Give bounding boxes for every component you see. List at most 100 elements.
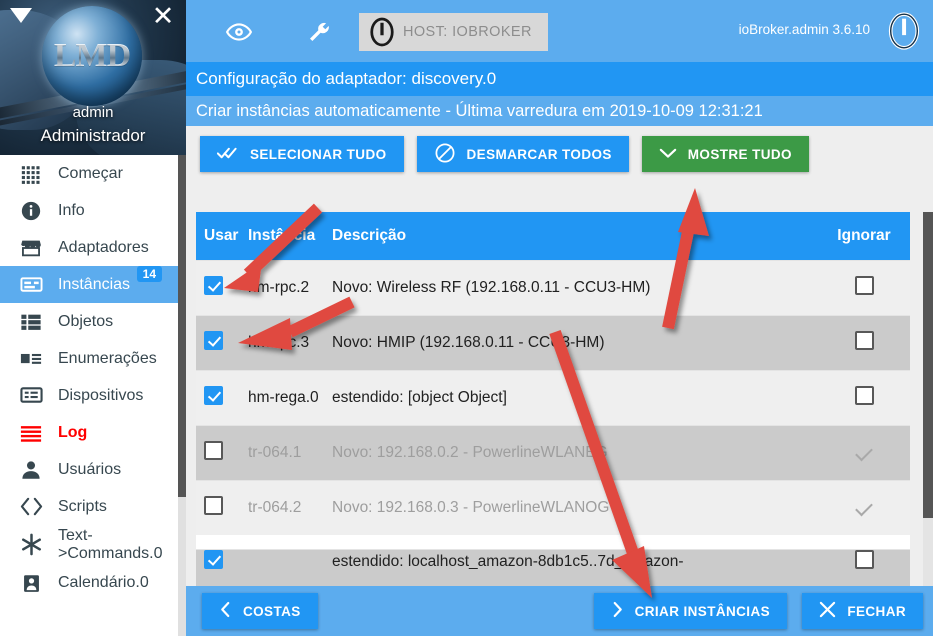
info-icon	[18, 199, 44, 223]
host-selector-label: HOST: IOBROKER	[403, 24, 532, 40]
caret-down-icon[interactable]	[10, 8, 32, 23]
table-row[interactable]: hm-rega.0 estendido: [object Object]	[196, 370, 910, 425]
ignore-checkbox[interactable]	[854, 331, 874, 350]
back-label: COSTAS	[243, 603, 301, 619]
table-row[interactable]: tr-064.2 Novo: 192.168.0.3 - PowerlineWLA…	[196, 480, 910, 535]
use-checkbox[interactable]	[204, 441, 223, 460]
asterisk-icon	[18, 533, 44, 557]
lmd-logo: LMD	[42, 6, 142, 106]
row-use-cell[interactable]	[196, 550, 248, 574]
user-icon	[18, 458, 44, 482]
enum-icon	[18, 347, 44, 371]
sidebar-item-label: Dispositivos	[58, 386, 144, 404]
column-header-description: Descrição	[332, 227, 407, 244]
sidebar-item-text-commands-0[interactable]: Text->Commands.0	[0, 525, 178, 565]
table-row[interactable]: hm-rpc.3 Novo: HMIP (192.168.0.11 - CCU3-…	[196, 315, 910, 370]
sidebar-item-calend-rio-0[interactable]: Calendário.0	[0, 565, 178, 602]
row-description-cell: estendido: localhost_amazon-8db1c5..7d_a…	[332, 553, 684, 570]
column-header-ignore: Ignorar	[837, 227, 891, 244]
lmd-logo-text: LMD	[53, 37, 131, 74]
row-use-cell[interactable]	[196, 496, 248, 520]
sidebar-profile-header: LMD ✕ admin Administrador	[0, 0, 186, 155]
row-instance-cell: tr-064.2	[248, 499, 302, 516]
eye-icon[interactable]	[223, 16, 255, 48]
top-toolbar: HOST: IOBROKER ioBroker.admin 3.6.10	[186, 0, 933, 62]
sidebar-item-dispositivos[interactable]: Dispositivos	[0, 377, 178, 414]
calendar-icon	[18, 571, 44, 595]
select-all-label: SELECIONAR TUDO	[250, 146, 387, 162]
close-dialog-button[interactable]: FECHAR	[802, 593, 923, 629]
sidebar-item-come-ar[interactable]: Começar	[0, 155, 178, 192]
devices-icon	[18, 384, 44, 408]
page-subtitle: Criar instâncias automaticamente - Últim…	[186, 96, 933, 126]
sidebar-item-label: Scripts	[58, 497, 107, 515]
table-header-row: Usar Instância Descrição Ignorar	[196, 212, 910, 260]
host-selector-button[interactable]: HOST: IOBROKER	[359, 13, 548, 51]
row-ignore-cell[interactable]	[818, 386, 910, 410]
row-use-cell[interactable]	[196, 441, 248, 465]
sidebar-item-log[interactable]: Log	[0, 414, 178, 451]
x-icon	[819, 601, 836, 621]
row-use-cell[interactable]	[196, 276, 248, 300]
chevron-down-icon	[659, 146, 677, 163]
row-ignore-cell[interactable]	[818, 331, 910, 355]
table-scrollbar-thumb[interactable]	[923, 212, 933, 518]
block-circle-icon	[434, 142, 456, 167]
create-instances-button[interactable]: CRIAR INSTÂNCIAS	[593, 593, 787, 629]
ignore-check-mark	[855, 498, 873, 517]
row-description-cell: Novo: HMIP (192.168.0.11 - CCU3-HM)	[332, 334, 605, 351]
use-checkbox[interactable]	[204, 496, 223, 515]
grid-apps-icon	[18, 162, 44, 186]
row-ignore-cell[interactable]	[818, 443, 910, 462]
sidebar-item-info[interactable]: Info	[0, 192, 178, 229]
row-use-cell[interactable]	[196, 386, 248, 410]
use-checkbox[interactable]	[204, 276, 223, 295]
sidebar-item-objetos[interactable]: Objetos	[0, 303, 178, 340]
sidebar-item-label: Info	[58, 201, 85, 219]
page-title-text: Configuração do adaptador: discovery.0	[196, 69, 497, 88]
table-body: hm-rpc.2 Novo: Wireless RF (192.168.0.11 …	[196, 260, 910, 535]
sidebar-item-inst-ncias[interactable]: Instâncias 14	[0, 266, 178, 303]
profile-role: Administrador	[40, 126, 146, 145]
instances-icon	[18, 273, 44, 297]
wrench-icon[interactable]	[303, 16, 335, 48]
sidebar-item-label: Objetos	[58, 312, 114, 330]
sidebar-item-enumera-es[interactable]: Enumerações	[0, 340, 178, 377]
sidebar-item-label: Text->Commands.0	[58, 527, 163, 562]
ignore-checkbox[interactable]	[854, 386, 874, 405]
bottom-action-bar: COSTAS CRIAR INSTÂNCIAS FECHAR	[186, 586, 933, 636]
table-row[interactable]: hm-rpc.2 Novo: Wireless RF (192.168.0.11 …	[196, 260, 910, 315]
sidebar-item-usu-rios[interactable]: Usuários	[0, 451, 178, 488]
version-label: ioBroker.admin 3.6.10	[738, 22, 870, 37]
column-header-instance: Instância	[248, 227, 316, 244]
row-ignore-cell[interactable]	[818, 550, 910, 574]
close-icon[interactable]: ✕	[148, 2, 178, 32]
sidebar-scrollbar-thumb[interactable]	[178, 155, 186, 497]
table-row[interactable]: tr-064.1 Novo: 192.168.0.2 - PowerlineWLA…	[196, 425, 910, 480]
ignore-checkbox[interactable]	[854, 550, 874, 569]
row-ignore-cell[interactable]	[818, 498, 910, 517]
ignore-checkbox[interactable]	[854, 276, 874, 295]
create-instances-label: CRIAR INSTÂNCIAS	[634, 603, 770, 619]
back-button[interactable]: COSTAS	[202, 593, 318, 629]
use-checkbox[interactable]	[204, 386, 223, 405]
sidebar-item-scripts[interactable]: Scripts	[0, 488, 178, 525]
table-row[interactable]: estendido: localhost_amazon-8db1c5..7d_a…	[196, 549, 910, 587]
iobroker-logo-icon[interactable]	[885, 12, 923, 55]
row-instance-cell: hm-rpc.3	[248, 334, 310, 351]
use-checkbox[interactable]	[204, 331, 223, 350]
sidebar-item-label: Usuários	[58, 460, 122, 478]
row-instance-cell: tr-064.1	[248, 444, 302, 461]
code-brackets-icon	[18, 495, 44, 519]
page-title: Configuração do adaptador: discovery.0	[186, 62, 933, 96]
log-lines-icon	[18, 421, 44, 445]
unselect-all-button[interactable]: DESMARCAR TODOS	[416, 136, 629, 172]
unselect-all-label: DESMARCAR TODOS	[466, 146, 612, 162]
select-all-button[interactable]: SELECIONAR TUDO	[200, 136, 404, 172]
row-ignore-cell[interactable]	[818, 276, 910, 300]
row-use-cell[interactable]	[196, 331, 248, 355]
use-checkbox[interactable]	[204, 550, 223, 569]
show-all-button[interactable]: MOSTRE TUDO	[641, 136, 809, 172]
sidebar-item-adaptadores[interactable]: Adaptadores	[0, 229, 178, 266]
chevron-left-icon	[219, 601, 232, 621]
